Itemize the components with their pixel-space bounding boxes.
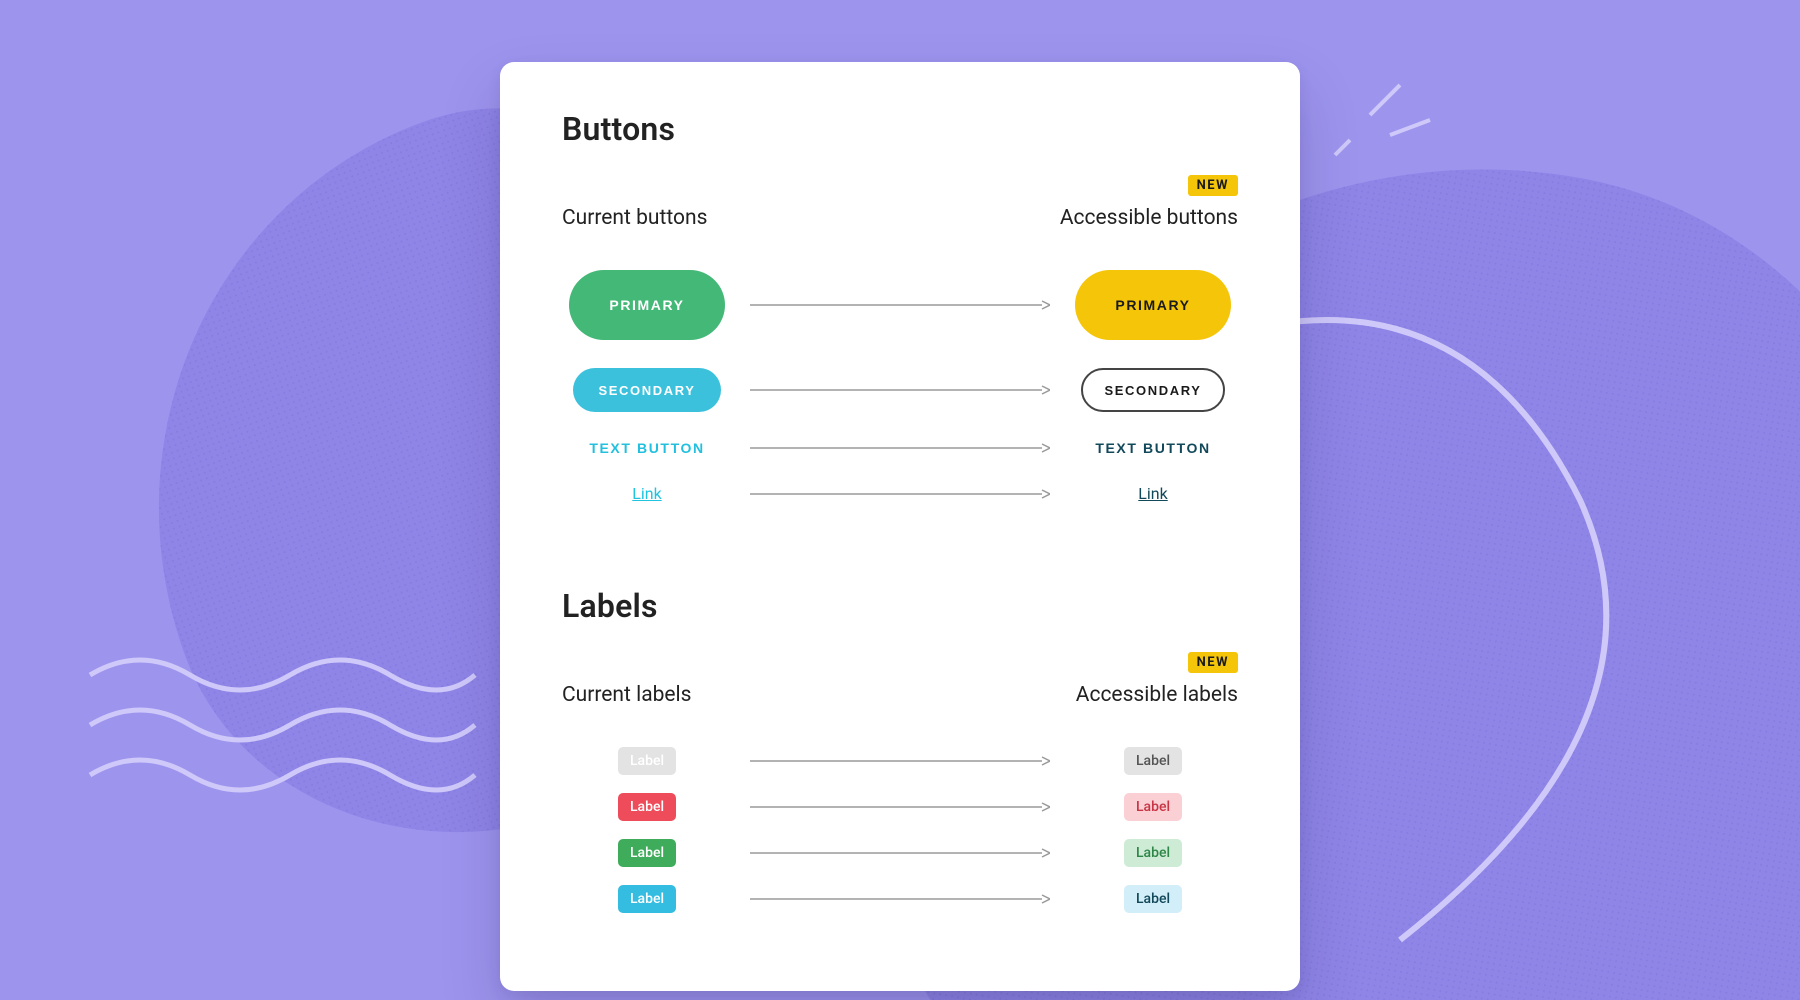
label-green-old: Label <box>618 839 676 867</box>
link-new[interactable]: Link <box>1138 484 1167 503</box>
label-red-old: Label <box>618 793 676 821</box>
current-labels-title: Current labels <box>562 683 900 707</box>
new-badge: NEW <box>1188 652 1238 673</box>
secondary-button-new[interactable]: SECONDARY <box>1081 368 1226 412</box>
arrow-icon <box>732 489 1068 499</box>
buttons-heading: Buttons <box>562 110 1238 148</box>
waves-doodle <box>80 640 480 814</box>
label-blue-new: Label <box>1124 885 1182 913</box>
arrow-icon <box>732 848 1068 858</box>
primary-button-new[interactable]: PRIMARY <box>1075 270 1230 340</box>
arrow-icon <box>732 385 1068 395</box>
label-red-new: Label <box>1124 793 1182 821</box>
label-green-new: Label <box>1124 839 1182 867</box>
link-old[interactable]: Link <box>632 484 661 503</box>
arrow-icon <box>732 802 1068 812</box>
new-badge: NEW <box>1188 175 1238 196</box>
label-grey-old: Label <box>618 747 676 775</box>
comparison-card: Buttons Current buttons NEW Accessible b… <box>500 62 1300 991</box>
arrow-icon <box>732 300 1068 310</box>
arrow-icon <box>732 756 1068 766</box>
label-grey-new: Label <box>1124 747 1182 775</box>
spark-doodle <box>1330 60 1440 164</box>
current-buttons-title: Current buttons <box>562 206 900 230</box>
text-button-old[interactable]: TEXT BUTTON <box>589 440 704 456</box>
accessible-labels-title: Accessible labels <box>1076 683 1238 707</box>
accessible-buttons-title: Accessible buttons <box>1060 206 1238 230</box>
labels-heading: Labels <box>562 587 1238 625</box>
arrow-icon <box>732 894 1068 904</box>
secondary-button-old[interactable]: SECONDARY <box>573 368 722 412</box>
arrow-icon <box>732 443 1068 453</box>
text-button-new[interactable]: TEXT BUTTON <box>1095 440 1210 456</box>
label-blue-old: Label <box>618 885 676 913</box>
primary-button-old[interactable]: PRIMARY <box>569 270 724 340</box>
